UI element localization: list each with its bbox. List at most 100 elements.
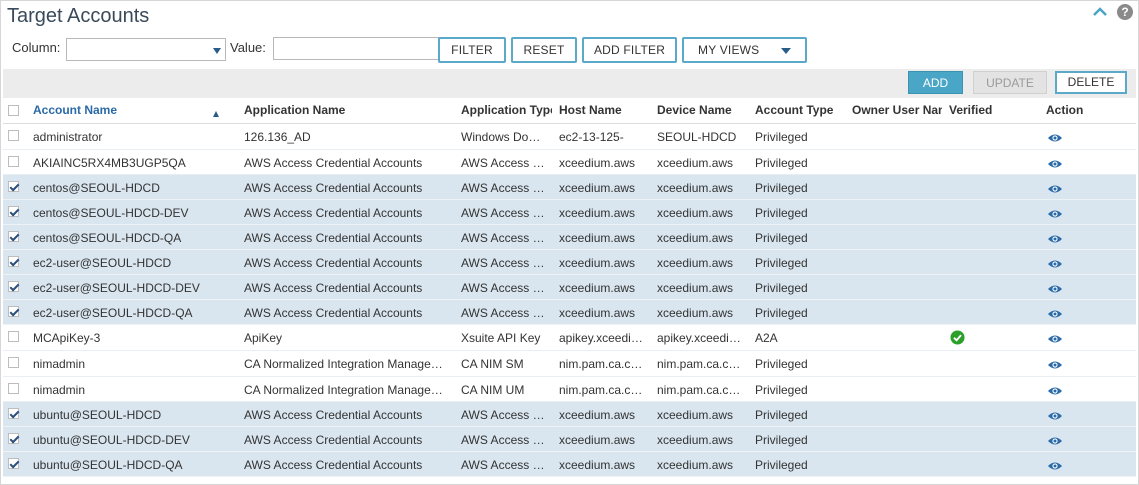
account-type-cell: Privileged [755,281,808,295]
col-account-name[interactable]: Account Name [33,103,213,117]
eye-icon[interactable] [1047,283,1063,297]
device-name-cell: xceedium.aws [657,306,734,320]
col-account-type[interactable]: Account Type [755,103,847,117]
account-type-cell: Privileged [755,357,808,371]
filter-button[interactable]: FILTER [438,37,506,63]
table-body: administrator 126.136_AD Windows Domain ec2… [3,124,1136,477]
table-row[interactable]: ec2-user@SEOUL-HDCD AWS Access Credential… [3,250,1136,275]
host-name-cell: xceedium.aws [559,256,636,270]
select-all-checkbox[interactable] [8,105,19,116]
row-checkbox[interactable] [8,383,19,394]
row-checkbox[interactable] [8,306,19,317]
application-name-cell: CA Normalized Integration Management [244,383,449,397]
account-name-cell: ec2-user@SEOUL-HDCD-DEV [33,281,200,295]
table-row[interactable]: AKIAINC5RX4MB3UGP5QA AWS Access Credentia… [3,150,1136,175]
eye-icon[interactable] [1047,233,1063,247]
col-verified[interactable]: Verified [949,103,1039,117]
account-name-cell: ec2-user@SEOUL-HDCD-QA [33,306,193,320]
top-icons: ? [1093,4,1133,20]
add-filter-button[interactable]: ADD FILTER [582,37,677,63]
table-row[interactable]: centos@SEOUL-HDCD-QA AWS Access Credentia… [3,225,1136,250]
eye-icon[interactable] [1047,435,1063,449]
update-button[interactable]: UPDATE [973,71,1047,94]
eye-icon[interactable] [1047,258,1063,272]
application-type-cell: AWS Access Credential [461,306,549,320]
col-host-name[interactable]: Host Name [559,103,651,117]
col-owner-user-name[interactable]: Owner User Name [852,103,942,117]
column-select[interactable] [66,38,226,61]
application-type-cell: Xsuite API Key [461,331,541,345]
application-name-cell: AWS Access Credential Accounts [244,433,423,447]
col-device-name[interactable]: Device Name [657,103,749,117]
host-name-cell: xceedium.aws [559,458,636,472]
table-row[interactable]: nimadmin CA Normalized Integration Manage… [3,351,1136,377]
table-row[interactable]: ec2-user@SEOUL-HDCD-QA AWS Access Credent… [3,300,1136,325]
check-circle-icon [950,330,965,348]
table-row[interactable]: nimadmin CA Normalized Integration Manage… [3,377,1136,402]
table-row[interactable]: centos@SEOUL-HDCD-DEV AWS Access Credenti… [3,200,1136,225]
account-type-cell: A2A [755,331,778,345]
action-toolbar: ADD UPDATE DELETE [3,69,1136,98]
eye-icon[interactable] [1047,183,1063,197]
eye-icon[interactable] [1047,208,1063,222]
help-icon[interactable]: ? [1117,4,1133,20]
table-row[interactable]: ec2-user@SEOUL-HDCD-DEV AWS Access Creden… [3,275,1136,300]
application-type-cell: AWS Access Credential [461,206,549,220]
application-type-cell: AWS Access Credential [461,181,549,195]
application-name-cell: ApiKey [244,331,283,345]
account-name-cell: ec2-user@SEOUL-HDCD [33,256,172,270]
eye-icon[interactable] [1047,308,1063,322]
column-label: Column: [12,40,61,55]
device-name-cell: xceedium.aws [657,458,734,472]
application-name-cell: AWS Access Credential Accounts [244,281,423,295]
table-row[interactable]: centos@SEOUL-HDCD AWS Access Credential A… [3,175,1136,200]
row-checkbox[interactable] [8,433,19,444]
row-checkbox[interactable] [8,357,19,368]
chevron-up-icon[interactable] [1093,7,1107,17]
row-checkbox[interactable] [8,458,19,469]
row-checkbox[interactable] [8,156,19,167]
row-checkbox[interactable] [8,408,19,419]
application-name-cell: AWS Access Credential Accounts [244,306,423,320]
device-name-cell: xceedium.aws [657,231,734,245]
application-name-cell: AWS Access Credential Accounts [244,206,423,220]
table-row[interactable]: ubuntu@SEOUL-HDCD-QA AWS Access Credentia… [3,452,1136,477]
eye-icon[interactable] [1047,333,1063,347]
application-name-cell: 126.136_AD [244,130,311,144]
col-application-type[interactable]: Application Type [461,103,552,117]
eye-icon[interactable] [1047,385,1063,399]
table-row[interactable]: administrator 126.136_AD Windows Domain ec2… [3,124,1136,150]
device-name-cell: nim.pam.ca.com [657,357,745,371]
account-type-cell: Privileged [755,306,808,320]
account-type-cell: Privileged [755,408,808,422]
application-type-cell: AWS Access Credential [461,281,549,295]
row-checkbox[interactable] [8,331,19,342]
delete-button[interactable]: DELETE [1055,71,1127,94]
table-row[interactable]: ubuntu@SEOUL-HDCD-DEV AWS Access Credenti… [3,427,1136,452]
table-row[interactable]: MCApiKey-3 ApiKey Xsuite API Key apikey.xce… [3,325,1136,351]
row-checkbox[interactable] [8,130,19,141]
row-checkbox[interactable] [8,181,19,192]
host-name-cell: apikey.xceedium [559,331,647,345]
account-name-cell: ubuntu@SEOUL-HDCD [33,408,162,422]
my-views-label: MY VIEWS [698,43,760,57]
reset-button[interactable]: RESET [511,37,577,63]
row-checkbox[interactable] [8,256,19,267]
my-views-dropdown[interactable]: MY VIEWS [682,37,807,63]
row-checkbox[interactable] [8,206,19,217]
add-button[interactable]: ADD [908,71,963,94]
col-application-name[interactable]: Application Name [244,103,449,117]
eye-icon[interactable] [1047,158,1063,172]
row-checkbox[interactable] [8,281,19,292]
table-header: Account Name Application Name Applicatio… [3,98,1136,124]
eye-icon[interactable] [1047,460,1063,474]
value-input[interactable] [273,37,441,60]
eye-icon[interactable] [1047,132,1063,146]
row-checkbox[interactable] [8,231,19,242]
account-type-cell: Privileged [755,433,808,447]
eye-icon[interactable] [1047,359,1063,373]
table-row[interactable]: ubuntu@SEOUL-HDCD AWS Access Credential A… [3,402,1136,427]
eye-icon[interactable] [1047,410,1063,424]
account-type-cell: Privileged [755,181,808,195]
sort-asc-icon[interactable] [213,111,219,117]
